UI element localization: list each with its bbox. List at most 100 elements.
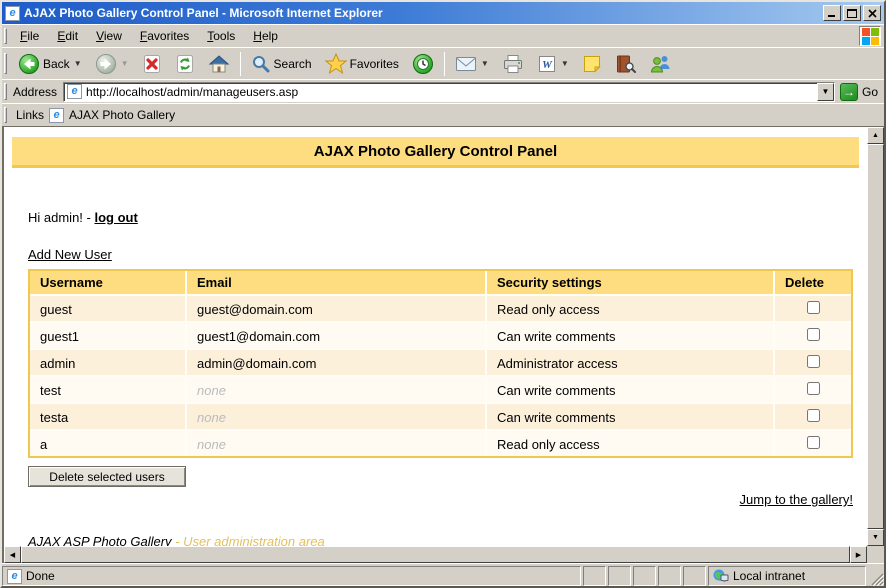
search-button[interactable]: Search — [245, 50, 318, 78]
title-bar[interactable]: e AJAX Photo Gallery Control Panel - Mic… — [2, 2, 884, 24]
print-button[interactable] — [496, 50, 530, 78]
cell-delete — [775, 321, 851, 348]
scroll-up-button[interactable]: ▲ — [867, 127, 884, 144]
scroll-down-button[interactable]: ▼ — [867, 529, 884, 546]
links-ie-icon: e — [49, 108, 64, 123]
back-button[interactable]: Back ▼ — [12, 50, 88, 78]
close-button[interactable] — [863, 5, 881, 21]
toolbar-grip[interactable] — [4, 53, 7, 75]
page-content: AJAX Photo Gallery Control Panel Hi admi… — [4, 127, 867, 546]
forward-dropdown-icon[interactable]: ▼ — [121, 59, 129, 68]
minimize-button[interactable] — [823, 5, 841, 21]
cell-delete — [775, 294, 851, 321]
delete-selected-users-button[interactable]: Delete selected users — [28, 466, 186, 487]
refresh-button[interactable] — [169, 50, 201, 78]
address-input[interactable] — [86, 84, 813, 100]
edit-dropdown-icon[interactable]: ▼ — [561, 59, 569, 68]
cell-security: Read only access — [487, 294, 775, 321]
menu-view[interactable]: View — [87, 27, 131, 45]
menu-bar: File Edit View Favorites Tools Help — [2, 24, 884, 47]
header-security: Security settings — [487, 271, 775, 294]
maximize-button[interactable] — [843, 5, 861, 21]
go-button[interactable]: → Go — [835, 83, 884, 101]
delete-checkbox[interactable] — [807, 436, 820, 449]
discuss-button[interactable] — [576, 50, 608, 78]
delete-checkbox[interactable] — [807, 355, 820, 368]
local-intranet-icon — [713, 569, 729, 583]
home-button[interactable] — [202, 50, 236, 78]
address-bar: Address e ▼ → Go — [2, 79, 884, 103]
go-arrow-icon: → — [840, 83, 858, 101]
table-row: guestguest@domain.comRead only access — [30, 294, 851, 321]
cell-delete — [775, 348, 851, 375]
menu-file[interactable]: File — [11, 27, 48, 45]
vertical-scrollbar[interactable]: ▲ ▼ — [867, 127, 884, 546]
cell-security: Can write comments — [487, 402, 775, 429]
back-label: Back — [43, 57, 70, 71]
resize-grip[interactable] — [868, 566, 884, 586]
messenger-icon — [649, 54, 673, 74]
windows-logo-icon — [859, 26, 881, 46]
menu-grip[interactable] — [4, 28, 7, 43]
cell-delete — [775, 429, 851, 456]
messenger-button[interactable] — [643, 50, 679, 78]
scroll-right-button[interactable]: ▶ — [850, 546, 867, 563]
cell-email: guest@domain.com — [187, 294, 487, 321]
favorites-button[interactable]: Favorites — [319, 50, 405, 78]
cell-security: Can write comments — [487, 375, 775, 402]
links-label: Links — [16, 108, 44, 122]
history-button[interactable] — [406, 50, 440, 78]
status-text: Done — [26, 569, 55, 583]
table-row: testnoneCan write comments — [30, 375, 851, 402]
links-item-gallery[interactable]: AJAX Photo Gallery — [69, 108, 175, 122]
cell-delete — [775, 402, 851, 429]
jump-to-gallery-link[interactable]: Jump to the gallery! — [740, 492, 853, 507]
menu-favorites[interactable]: Favorites — [131, 27, 198, 45]
cell-username: a — [30, 429, 187, 456]
research-icon — [615, 54, 636, 74]
horizontal-scrollbar[interactable]: ◀ ▶ — [4, 546, 867, 563]
status-panel — [683, 566, 706, 586]
cell-security: Can write comments — [487, 321, 775, 348]
table-header-row: Username Email Security settings Delete — [30, 271, 851, 294]
add-new-user-link[interactable]: Add New User — [28, 247, 112, 262]
menu-edit[interactable]: Edit — [48, 27, 87, 45]
delete-checkbox[interactable] — [807, 409, 820, 422]
window-controls — [823, 5, 881, 21]
forward-button[interactable]: ▼ — [89, 50, 135, 78]
links-grip[interactable] — [4, 107, 7, 122]
back-dropdown-icon[interactable]: ▼ — [74, 59, 82, 68]
discuss-icon — [582, 54, 602, 74]
window-title: AJAX Photo Gallery Control Panel - Micro… — [24, 6, 819, 20]
cell-email: admin@domain.com — [187, 348, 487, 375]
table-row: adminadmin@domain.comAdministrator acces… — [30, 348, 851, 375]
zone-text: Local intranet — [733, 569, 805, 583]
cell-username: admin — [30, 348, 187, 375]
cell-username: test — [30, 375, 187, 402]
links-bar: Links e AJAX Photo Gallery — [2, 103, 884, 126]
mail-dropdown-icon[interactable]: ▼ — [481, 59, 489, 68]
menu-help[interactable]: Help — [244, 27, 287, 45]
delete-checkbox[interactable] — [807, 328, 820, 341]
menu-tools[interactable]: Tools — [198, 27, 244, 45]
header-username: Username — [30, 271, 187, 294]
search-icon — [251, 54, 271, 74]
horizontal-scroll-thumb[interactable] — [21, 546, 850, 563]
mail-button[interactable]: ▼ — [449, 50, 495, 78]
delete-checkbox[interactable] — [807, 382, 820, 395]
scroll-left-button[interactable]: ◀ — [4, 546, 21, 563]
address-grip[interactable] — [4, 83, 7, 99]
footer-gallery-link[interactable]: AJAX ASP Photo Gallery — [28, 534, 172, 546]
delete-checkbox[interactable] — [807, 301, 820, 314]
history-icon — [412, 53, 434, 75]
address-dropdown-button[interactable]: ▼ — [817, 83, 834, 101]
logout-link[interactable]: log out — [94, 210, 137, 225]
edit-button[interactable]: W ▼ — [531, 50, 575, 78]
search-label: Search — [274, 57, 312, 71]
status-panel — [633, 566, 656, 586]
vertical-scroll-thumb[interactable] — [867, 144, 884, 529]
stop-button[interactable] — [136, 50, 168, 78]
research-button[interactable] — [609, 50, 642, 78]
users-table: Username Email Security settings Delete … — [28, 269, 853, 458]
horizontal-scrollbar-row: ◀ ▶ — [2, 546, 884, 563]
